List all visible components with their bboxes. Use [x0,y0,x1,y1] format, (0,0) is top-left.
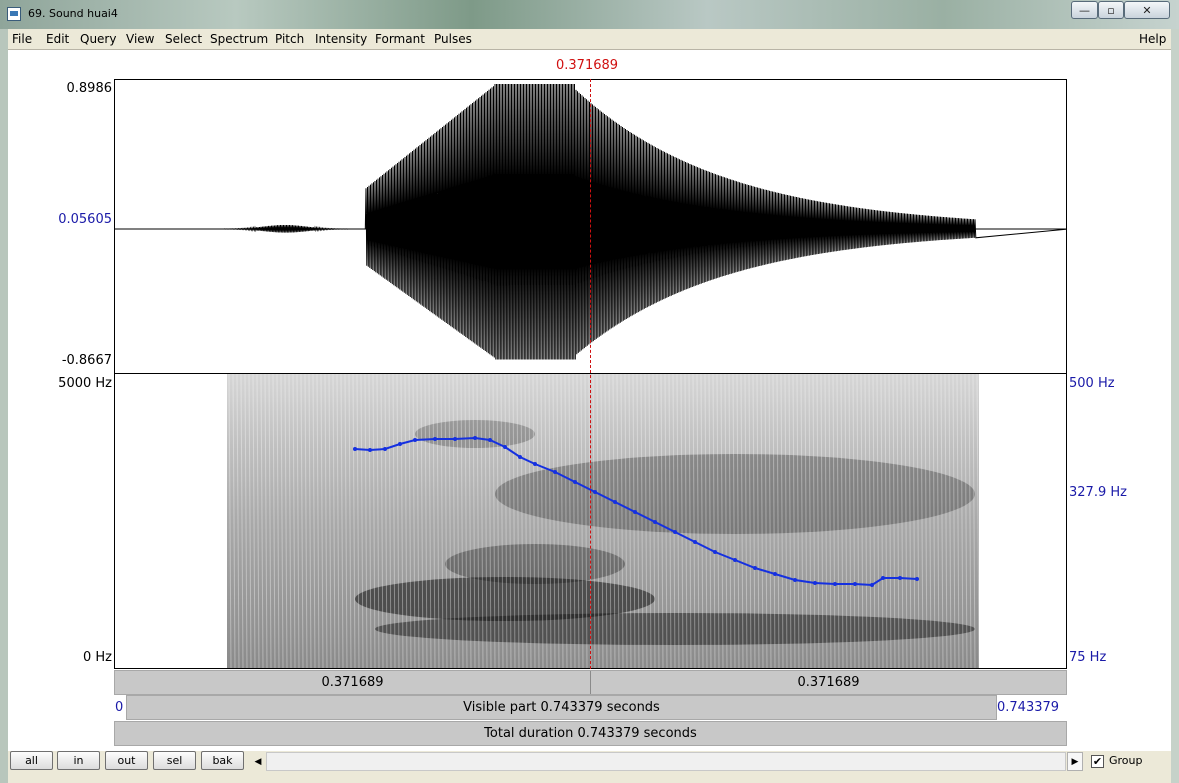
right-segment-duration[interactable]: 0.371689 [591,675,1066,690]
visible-part-bar[interactable]: Visible part 0.743379 seconds [126,695,997,720]
zoom-all-button[interactable]: all [10,751,53,770]
group-checkbox[interactable]: ✔ [1091,755,1104,768]
spectrogram-bottom-label: 0 Hz [82,650,112,665]
pitch-point [753,566,757,570]
window-titlebar[interactable]: 69. Sound huai4 — ▫ ✕ [0,0,1179,29]
pitch-point [733,558,737,562]
window-left-border [0,29,8,783]
pitch-point [870,583,874,587]
menu-help[interactable]: Help [1139,32,1166,46]
pitch-point [453,437,457,441]
pitch-point [553,470,557,474]
maximize-button[interactable]: ▫ [1098,1,1124,19]
pitch-point [881,576,885,580]
praat-window-icon [7,7,21,21]
pitch-point [368,448,372,452]
visible-start-label: 0 [115,700,124,715]
window-title: 69. Sound huai4 [28,7,118,20]
zoom-in-button[interactable]: in [57,751,100,770]
minimize-button[interactable]: — [1071,1,1098,19]
menu-edit[interactable]: Edit [46,32,69,46]
horizontal-scrollbar[interactable] [266,752,1066,771]
bottom-toolbar: all in out sel bak ◀ ▶ ✔ Group [8,751,1171,783]
menu-formant[interactable]: Formant [375,32,425,46]
waveform-min-label: -0.8667 [61,353,112,368]
pitch-bottom-label: 75 Hz [1069,650,1107,665]
pitch-point [433,437,437,441]
visible-end-label: 0.743379 [997,700,1060,715]
menu-spectrum[interactable]: Spectrum [210,32,268,46]
pitch-point [573,480,577,484]
menu-pitch[interactable]: Pitch [275,32,304,46]
window-right-border [1171,29,1179,783]
total-duration-bar[interactable]: Total duration 0.743379 seconds [114,721,1067,746]
pitch-point [488,438,492,442]
pitch-point [503,445,507,449]
cursor-time-label: 0.371689 [556,58,619,73]
pitch-point [673,530,677,534]
menu-view[interactable]: View [126,32,154,46]
formant-band [495,454,975,534]
waveform-mid-label: 0.05605 [58,212,112,227]
pitch-point [898,576,902,580]
menu-select[interactable]: Select [165,32,202,46]
pitch-point [413,438,417,442]
pitch-point [773,572,777,576]
menu-intensity[interactable]: Intensity [315,32,367,46]
menu-file[interactable]: File [12,32,32,46]
pitch-point [693,540,697,544]
waveform-max-label: 0.8986 [66,81,113,96]
visible-part-label: Visible part 0.743379 seconds [463,700,660,715]
selection-timebar[interactable]: 0.371689 0.371689 [114,670,1067,695]
pitch-point [853,582,857,586]
pitch-point [633,510,637,514]
pitch-top-label: 500 Hz [1069,376,1115,391]
pitch-point [613,500,617,504]
pitch-point [793,578,797,582]
zoom-selection-button[interactable]: sel [153,751,196,770]
zoom-out-button[interactable]: out [105,751,148,770]
spectrogram-top-label: 5000 Hz [58,376,112,391]
menu-pulses[interactable]: Pulses [434,32,472,46]
pitch-point [593,490,597,494]
pitch-point [398,442,402,446]
editor-canvas[interactable]: 0.371689 0.8986 0.05605 -0.8667 5000 Hz … [8,49,1171,751]
zoom-back-button[interactable]: bak [201,751,244,770]
total-duration-label: Total duration 0.743379 seconds [484,726,697,741]
menu-query[interactable]: Query [80,32,116,46]
cursor-line [590,79,591,669]
pitch-point [383,447,387,451]
pitch-point [518,455,522,459]
pitch-point [473,436,477,440]
pitch-mid-label: 327.9 Hz [1069,485,1127,500]
left-segment-duration[interactable]: 0.371689 [115,675,590,690]
close-button[interactable]: ✕ [1124,1,1170,19]
scroll-right-arrow-icon[interactable]: ▶ [1067,752,1083,771]
pitch-point [533,462,537,466]
pitch-point [653,520,657,524]
sound-editor-window: File Edit Query View Select Spectrum Pit… [8,29,1171,783]
pitch-point [915,577,919,581]
scroll-left-arrow-icon[interactable]: ◀ [250,752,266,771]
pitch-point [713,550,717,554]
pitch-point [813,581,817,585]
pitch-point [833,582,837,586]
pitch-point [353,447,357,451]
waveform-plot [115,83,1066,360]
group-label: Group [1109,754,1143,767]
spectrogram-plot [227,374,980,668]
menu-bar: File Edit Query View Select Spectrum Pit… [8,29,1171,49]
